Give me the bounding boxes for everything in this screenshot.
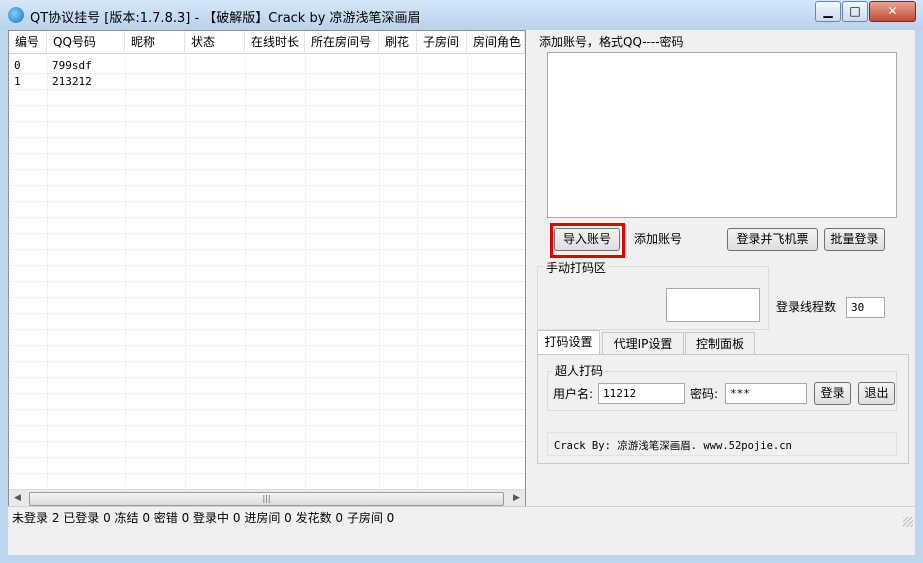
minimize-button[interactable]: ▁ (815, 1, 841, 22)
grid-line (9, 457, 525, 458)
table-header: 编号 QQ号码 昵称 状态 在线时长 所在房间号 刷花 子房间 房间角色 (9, 31, 525, 54)
thread-count-input[interactable]: 30 (846, 297, 885, 318)
grid-line (9, 137, 525, 138)
add-account-label: 添加账号，格式QQ----密码 (539, 35, 684, 49)
captcha-login-button[interactable]: 登录 (814, 382, 851, 405)
grid-line (9, 377, 525, 378)
grid-line (9, 185, 525, 186)
scroll-thumb[interactable]: ||| (29, 492, 504, 506)
maximize-button[interactable]: □ (842, 1, 868, 22)
credit-text: Crack By: 凉游浅笔深画眉. www.52pojie.cn (554, 440, 792, 452)
resize-grip-icon[interactable] (903, 517, 913, 527)
account-input-textarea[interactable] (547, 52, 897, 218)
thread-count-label: 登录线程数 (776, 300, 837, 314)
main-client-area: 编号 QQ号码 昵称 状态 在线时长 所在房间号 刷花 子房间 房间角色 0 7… (8, 30, 915, 528)
row-0-id[interactable]: 0 (14, 58, 21, 74)
row-0-qq[interactable]: 799sdf (52, 58, 92, 74)
column-header-online-time[interactable]: 在线时长 (245, 31, 305, 53)
column-header-flowers[interactable]: 刷花 (379, 31, 417, 53)
row-1-id[interactable]: 1 (14, 74, 21, 90)
grid-line (9, 153, 525, 154)
app-window: QT协议挂号 [版本:1.7.8.3] - 【破解版】Crack by 凉游浅笔… (0, 0, 923, 563)
close-button[interactable]: ✕ (869, 1, 916, 22)
grid-line (9, 105, 525, 106)
tab-captcha-settings[interactable]: 打码设置 (537, 330, 600, 355)
add-account-button[interactable]: 添加账号 (625, 228, 691, 251)
grid-line (9, 345, 525, 346)
grid-line (9, 297, 525, 298)
account-table[interactable]: 编号 QQ号码 昵称 状态 在线时长 所在房间号 刷花 子房间 房间角色 0 7… (8, 30, 526, 507)
username-input[interactable]: 11212 (598, 383, 685, 404)
column-header-room-role[interactable]: 房间角色 (467, 31, 525, 53)
grid-line (9, 393, 525, 394)
column-header-id[interactable]: 编号 (9, 31, 47, 53)
captcha-logout-button[interactable]: 退出 (858, 382, 895, 405)
window-bottom (8, 528, 915, 555)
grid-line (9, 441, 525, 442)
scroll-right-icon[interactable]: ▶ (508, 490, 525, 506)
grid-line (9, 473, 525, 474)
app-icon (8, 7, 24, 23)
highlight-box (550, 223, 625, 258)
column-header-status[interactable]: 状态 (185, 31, 245, 53)
grid-line (9, 169, 525, 170)
title-bar[interactable]: QT协议挂号 [版本:1.7.8.3] - 【破解版】Crack by 凉游浅笔… (0, 0, 923, 30)
column-header-nickname[interactable]: 昵称 (125, 31, 185, 53)
horizontal-scrollbar[interactable]: ◀ ||| ▶ (9, 489, 525, 506)
password-label: 密码: (690, 387, 719, 401)
grid-line (9, 361, 525, 362)
grid-line (9, 313, 525, 314)
grid-line (9, 265, 525, 266)
status-text: 未登录 2 已登录 0 冻结 0 密错 0 登录中 0 进房间 0 发花数 0 … (12, 511, 395, 525)
grid-line (9, 201, 525, 202)
grid-line (9, 409, 525, 410)
grid-line (9, 217, 525, 218)
grid-line (9, 121, 525, 122)
login-ticket-button[interactable]: 登录并飞机票 (727, 228, 818, 251)
tab-proxy-settings[interactable]: 代理IP设置 (602, 332, 684, 354)
username-label: 用户名: (553, 387, 594, 401)
column-header-subroom[interactable]: 子房间 (417, 31, 467, 53)
password-input[interactable]: *** (725, 383, 807, 404)
tab-control-panel[interactable]: 控制面板 (685, 332, 755, 354)
column-header-room-number[interactable]: 所在房间号 (305, 31, 379, 53)
grid-line (9, 425, 525, 426)
grid-line (9, 249, 525, 250)
superman-captcha-label: 超人打码 (553, 362, 606, 379)
grid-line (9, 233, 525, 234)
captcha-image-box[interactable] (666, 288, 760, 322)
captcha-group-label: 手动打码区 (544, 259, 609, 276)
column-header-qq[interactable]: QQ号码 (47, 31, 125, 53)
window-title: QT协议挂号 [版本:1.7.8.3] - 【破解版】Crack by 凉游浅笔… (30, 11, 421, 26)
grid-line (9, 329, 525, 330)
status-bar: 未登录 2 已登录 0 冻结 0 密错 0 登录中 0 进房间 0 发花数 0 … (8, 506, 915, 529)
scroll-left-icon[interactable]: ◀ (9, 490, 26, 506)
row-1-qq[interactable]: 213212 (52, 74, 92, 90)
grid-line (9, 281, 525, 282)
batch-login-button[interactable]: 批量登录 (824, 228, 885, 251)
